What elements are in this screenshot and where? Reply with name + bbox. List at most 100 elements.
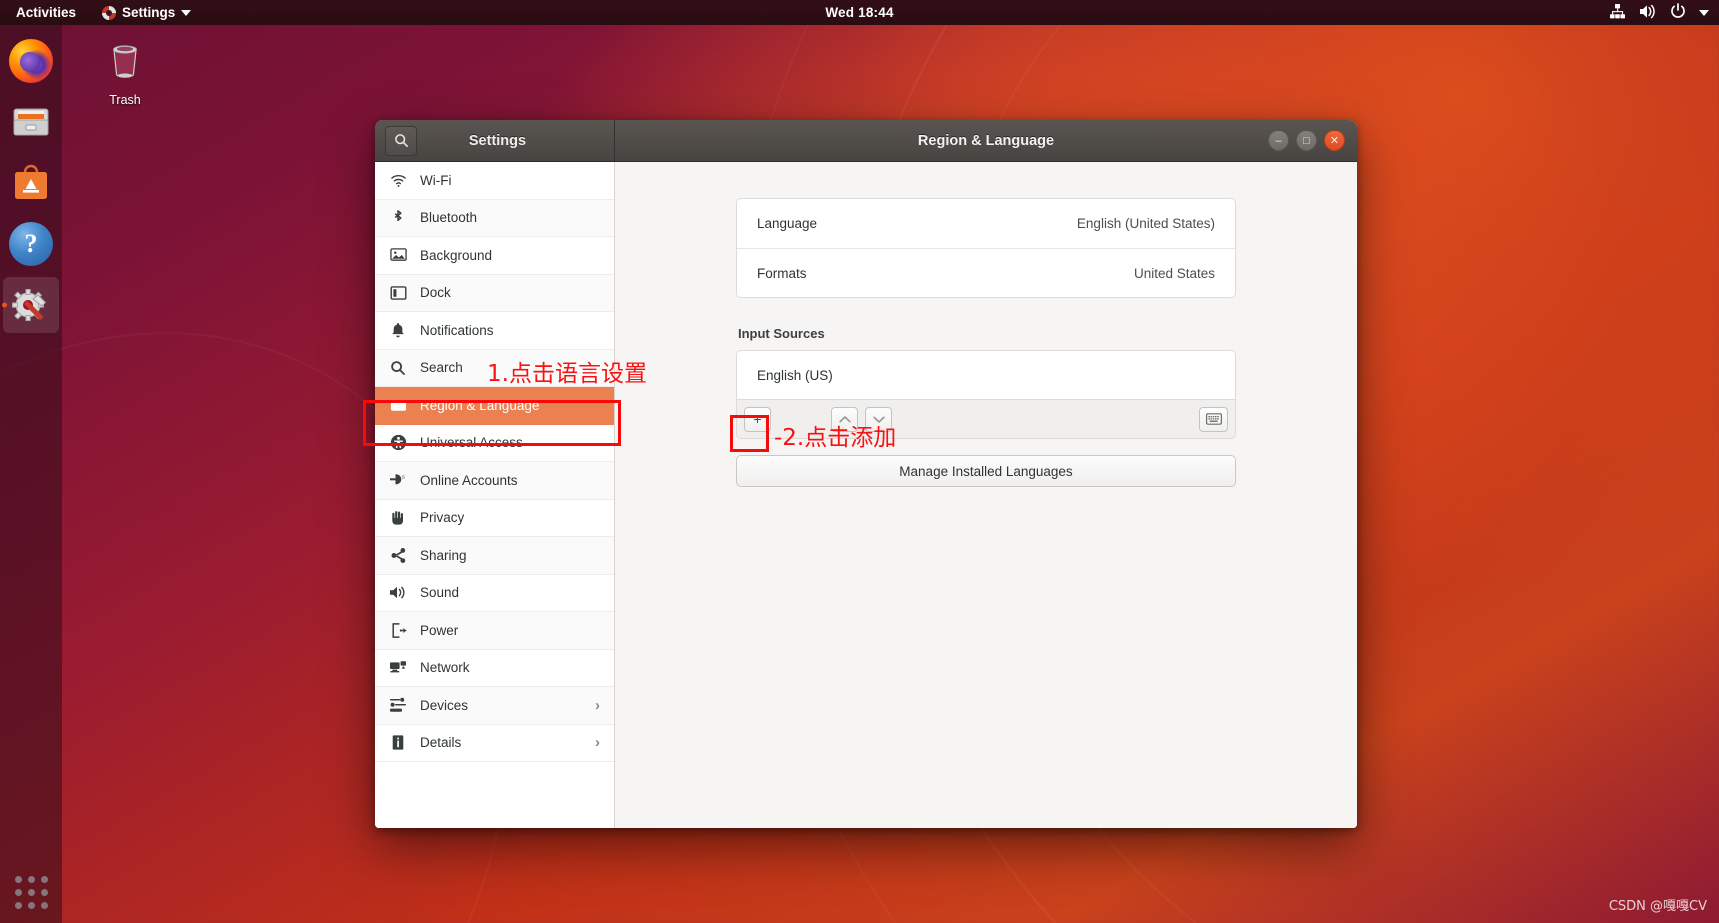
language-row[interactable]: Language English (United States) — [737, 199, 1235, 248]
dock-item-firefox[interactable] — [3, 33, 59, 89]
move-down-button[interactable] — [865, 406, 892, 432]
sound-icon — [389, 584, 407, 602]
input-source-item[interactable]: English (US) — [737, 351, 1235, 399]
info-icon — [389, 734, 407, 752]
language-formats-card: Language English (United States) Formats… — [736, 198, 1236, 298]
chevron-right-icon: › — [595, 734, 600, 752]
titlebar-main-section: Region & Language – □ ✕ — [615, 120, 1357, 161]
sidebar-item-privacy[interactable]: Privacy — [375, 500, 614, 537]
sidebar-item-label: Universal Access — [420, 435, 523, 451]
online-accounts-icon: s — [389, 471, 407, 489]
language-value: English (United States) — [1076, 216, 1215, 231]
bell-icon — [389, 321, 407, 339]
sidebar-item-universal-access[interactable]: Universal Access — [375, 425, 614, 462]
clock[interactable]: Wed 18:44 — [0, 5, 1719, 20]
formats-row[interactable]: Formats United States — [737, 248, 1235, 297]
search-icon — [389, 359, 407, 377]
page-title: Region & Language — [917, 132, 1055, 149]
sidebar-item-label: Power — [420, 622, 459, 638]
sidebar-item-label: Privacy — [420, 510, 465, 526]
sidebar-item-label: Sharing — [420, 547, 467, 563]
settings-sidebar: Wi-Fi Bluetooth Background Dock Notifica… — [375, 162, 615, 828]
sidebar-item-label: Online Accounts — [420, 472, 518, 488]
minimize-button[interactable]: – — [1268, 130, 1289, 151]
sidebar-item-label: Search — [420, 360, 463, 376]
chevron-right-icon: › — [595, 696, 600, 714]
sidebar-title: Settings — [468, 132, 527, 149]
background-icon — [389, 246, 407, 264]
sidebar-item-label: Bluetooth — [420, 210, 478, 226]
titlebar-sidebar-section: Settings — [375, 120, 615, 161]
dock-icon — [389, 284, 407, 302]
manage-installed-languages-button[interactable]: Manage Installed Languages — [736, 455, 1236, 487]
power-icon[interactable] — [1670, 3, 1686, 22]
watermark: CSDN @嘎嘎CV — [1608, 899, 1707, 914]
sidebar-item-label: Notifications — [420, 322, 494, 338]
input-sources-heading: Input Sources — [738, 326, 825, 341]
search-button[interactable] — [385, 125, 417, 156]
sidebar-item-sharing[interactable]: Sharing — [375, 537, 614, 575]
sidebar-item-label: Devices — [420, 697, 469, 713]
formats-value: United States — [1133, 265, 1215, 281]
sidebar-item-label: Dock — [420, 285, 451, 301]
sidebar-item-devices[interactable]: Devices › — [375, 687, 614, 725]
bluetooth-icon — [389, 209, 407, 227]
maximize-button[interactable]: □ — [1296, 130, 1317, 151]
window-titlebar[interactable]: Settings Region & Language – □ ✕ — [375, 120, 1357, 162]
window-controls: – □ ✕ — [1268, 130, 1345, 151]
sidebar-item-sound[interactable]: Sound — [375, 575, 614, 612]
sidebar-item-label: Network — [420, 660, 470, 676]
sidebar-item-details[interactable]: Details › — [375, 725, 614, 762]
sidebar-item-label: Wi-Fi — [420, 172, 452, 188]
dock-item-ubuntu-software[interactable] — [3, 155, 59, 211]
language-label: Language — [757, 216, 818, 231]
privacy-hand-icon — [389, 509, 407, 527]
top-bar: Activities Settings Wed 18:44 — [0, 0, 1719, 25]
region-language-icon — [389, 396, 407, 414]
formats-label: Formats — [757, 265, 807, 281]
dock-item-settings[interactable] — [3, 277, 59, 333]
input-sources-toolbar: + — [736, 399, 1236, 439]
desktop-icon-trash[interactable]: Trash — [93, 36, 157, 107]
sidebar-item-online-accounts[interactable]: s Online Accounts — [375, 462, 614, 500]
dock-item-help[interactable]: ? — [3, 216, 59, 272]
input-source-label: English (US) — [757, 367, 833, 383]
sidebar-item-label: Details — [420, 735, 462, 751]
sidebar-item-background[interactable]: Background — [375, 237, 614, 275]
dock-item-files[interactable] — [3, 94, 59, 150]
sidebar-item-notifications[interactable]: Notifications — [375, 312, 614, 350]
add-input-source-button[interactable]: + — [744, 406, 771, 432]
keyboard-preview-button[interactable] — [1199, 406, 1228, 432]
dock: ? — [0, 25, 62, 923]
keyboard-icon — [1205, 413, 1222, 425]
sharing-icon — [389, 546, 407, 564]
sidebar-item-wifi[interactable]: Wi-Fi — [375, 162, 614, 200]
svg-text:s: s — [402, 475, 405, 481]
settings-icon — [9, 283, 53, 327]
files-icon — [9, 100, 53, 144]
chevron-down-icon[interactable] — [1699, 9, 1709, 16]
region-language-panel: Language English (United States) Formats… — [615, 162, 1357, 828]
move-up-button[interactable] — [831, 406, 858, 432]
devices-icon — [389, 696, 407, 714]
close-button[interactable]: ✕ — [1324, 130, 1345, 151]
sidebar-item-search[interactable]: Search — [375, 349, 614, 387]
search-icon — [394, 134, 408, 147]
wifi-icon — [389, 171, 407, 189]
network-icon — [389, 659, 407, 677]
sidebar-item-region-language[interactable]: Region & Language — [375, 387, 614, 425]
chevron-up-icon — [838, 415, 851, 422]
sidebar-item-dock[interactable]: Dock — [375, 274, 614, 312]
trash-icon — [113, 45, 137, 78]
chevron-down-icon — [872, 416, 885, 423]
accessibility-icon — [389, 434, 407, 452]
system-tray[interactable] — [1609, 3, 1709, 22]
sidebar-item-label: Background — [420, 247, 493, 263]
volume-icon[interactable] — [1639, 4, 1657, 22]
network-icon[interactable] — [1609, 3, 1626, 22]
power-plug-icon — [389, 621, 407, 639]
firefox-icon — [9, 39, 53, 83]
sidebar-item-network[interactable]: Network — [375, 650, 614, 687]
sidebar-item-power[interactable]: Power — [375, 612, 614, 650]
sidebar-item-bluetooth[interactable]: Bluetooth — [375, 199, 614, 237]
